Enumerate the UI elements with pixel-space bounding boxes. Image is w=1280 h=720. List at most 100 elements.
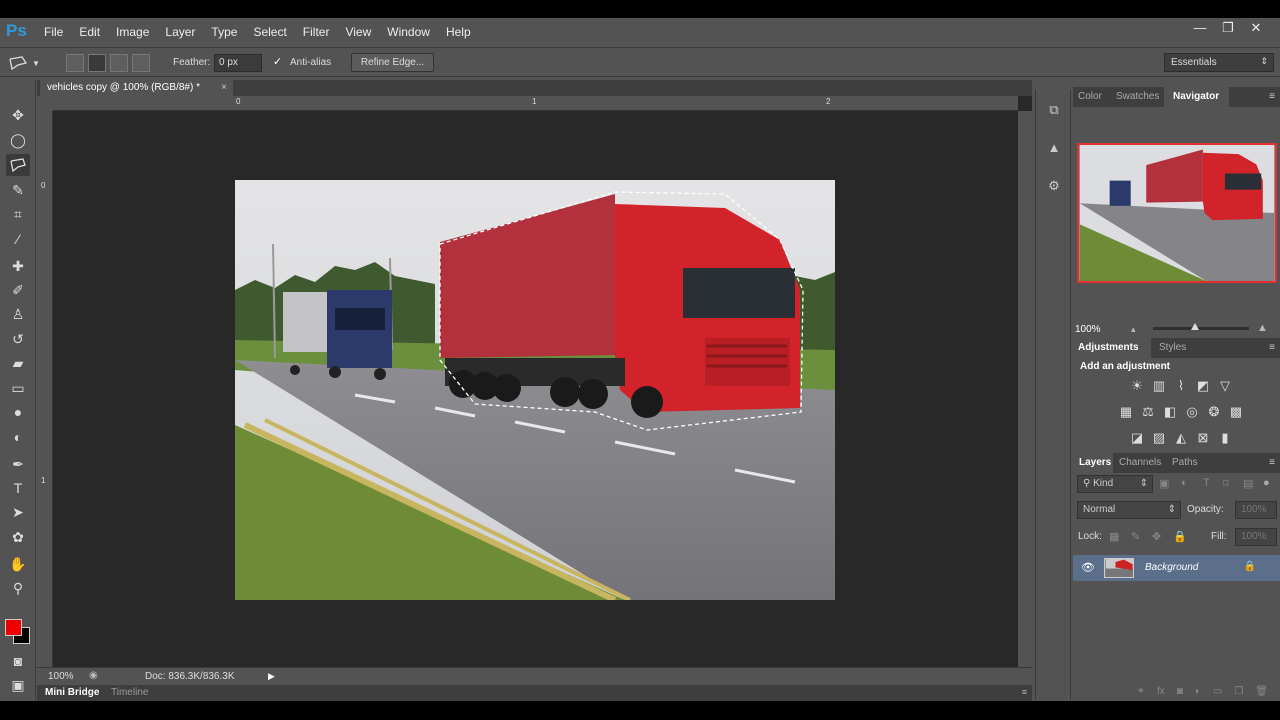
close-icon[interactable]: × bbox=[221, 82, 227, 93]
move-icon[interactable]: ✥ bbox=[6, 104, 30, 126]
panel-menu-icon[interactable]: ≡ bbox=[1269, 91, 1275, 102]
status-info-icon[interactable]: ◉ bbox=[89, 670, 98, 681]
properties-panel-icon[interactable]: ⚙ bbox=[1044, 178, 1064, 198]
minimize-button[interactable]: — bbox=[1186, 20, 1214, 36]
color-lookup-icon[interactable]: ▩ bbox=[1228, 403, 1245, 420]
intersect-selection-button[interactable] bbox=[132, 54, 150, 72]
canvas-image[interactable] bbox=[235, 180, 835, 603]
elliptical-marquee-icon[interactable]: ◯ bbox=[6, 129, 30, 151]
layer-row-background[interactable]: 👁 Background 🔒 bbox=[1073, 555, 1280, 581]
menu-file[interactable]: File bbox=[44, 25, 63, 39]
panel-menu-icon[interactable]: ≡ bbox=[1269, 342, 1275, 353]
link-layers-icon[interactable]: ⚭ bbox=[1137, 686, 1145, 701]
quick-selection-icon[interactable]: ✎ bbox=[6, 179, 30, 201]
shape-icon[interactable]: ✿ bbox=[6, 526, 30, 548]
menu-help[interactable]: Help bbox=[446, 25, 471, 39]
visibility-eye-icon[interactable]: 👁 bbox=[1081, 561, 1095, 574]
filter-adjustment-icon[interactable]: ◐ bbox=[1181, 477, 1188, 489]
gradient-icon[interactable]: ▭ bbox=[6, 377, 30, 399]
type-icon[interactable]: T bbox=[6, 477, 30, 499]
add-selection-button[interactable] bbox=[88, 54, 106, 72]
status-arrow-icon[interactable]: ▶ bbox=[268, 671, 275, 682]
filter-smart-object-icon[interactable]: ▤ bbox=[1243, 477, 1253, 490]
menu-select[interactable]: Select bbox=[253, 25, 286, 39]
menu-filter[interactable]: Filter bbox=[303, 25, 330, 39]
tab-navigator[interactable]: Navigator bbox=[1173, 91, 1219, 102]
lock-image-icon[interactable]: ✎ bbox=[1131, 530, 1140, 543]
screen-mode-icon[interactable]: ▣ bbox=[6, 674, 30, 696]
gradient-map-icon[interactable]: ▮ bbox=[1217, 429, 1234, 446]
selective-color-icon[interactable]: ⊠ bbox=[1195, 429, 1212, 446]
foreground-color-swatch[interactable] bbox=[5, 619, 22, 636]
black-white-icon[interactable]: ◧ bbox=[1162, 403, 1179, 420]
filter-pixel-icon[interactable]: ▣ bbox=[1159, 477, 1169, 490]
panel-menu-icon[interactable]: ≡ bbox=[1269, 457, 1275, 468]
new-group-icon[interactable]: ▭ bbox=[1213, 686, 1222, 701]
tab-styles[interactable]: Styles bbox=[1159, 342, 1186, 353]
path-selection-icon[interactable]: ➤ bbox=[6, 501, 30, 523]
history-panel-icon[interactable]: ⧉ bbox=[1044, 102, 1064, 122]
invert-icon[interactable]: ◪ bbox=[1129, 429, 1146, 446]
histogram-panel-icon[interactable]: ▲ bbox=[1044, 140, 1064, 160]
clone-stamp-icon[interactable]: ♙ bbox=[6, 303, 30, 325]
restore-button[interactable]: ❐ bbox=[1214, 20, 1242, 36]
tool-preset-picker[interactable]: ▼ bbox=[8, 53, 48, 73]
subtract-selection-button[interactable] bbox=[110, 54, 128, 72]
menu-window[interactable]: Window bbox=[387, 25, 430, 39]
history-brush-icon[interactable]: ↺ bbox=[6, 328, 30, 350]
tab-color[interactable]: Color bbox=[1078, 91, 1102, 102]
hue-saturation-icon[interactable]: ▦ bbox=[1118, 403, 1135, 420]
layer-style-icon[interactable]: fx bbox=[1157, 686, 1165, 701]
eraser-icon[interactable]: ▰ bbox=[6, 352, 30, 374]
navigator-preview[interactable] bbox=[1077, 143, 1277, 283]
healing-brush-icon[interactable]: ✚ bbox=[6, 255, 30, 277]
horizontal-ruler[interactable]: 0 1 2 bbox=[53, 96, 1018, 111]
new-selection-button[interactable] bbox=[66, 54, 84, 72]
refine-edge-button[interactable]: Refine Edge... bbox=[351, 53, 434, 72]
blur-icon[interactable]: ● bbox=[6, 401, 30, 423]
exposure-icon[interactable]: ◩ bbox=[1195, 377, 1212, 394]
antialias-checkbox[interactable]: ✓ bbox=[273, 56, 285, 68]
add-mask-icon[interactable]: ◙ bbox=[1177, 686, 1183, 701]
new-layer-icon[interactable]: ❐ bbox=[1234, 686, 1243, 701]
status-zoom[interactable]: 100% bbox=[48, 671, 74, 682]
zoom-out-icon[interactable]: ▴ bbox=[1131, 324, 1136, 335]
panel-menu-icon[interactable]: ≡ bbox=[1022, 687, 1027, 697]
opacity-input[interactable]: 100% bbox=[1235, 501, 1277, 519]
quick-mask-icon[interactable]: ◙ bbox=[6, 650, 30, 672]
posterize-icon[interactable]: ▨ bbox=[1151, 429, 1168, 446]
zoom-icon[interactable]: ⚲ bbox=[6, 577, 30, 599]
zoom-in-icon[interactable]: ▲ bbox=[1257, 322, 1268, 334]
lock-position-icon[interactable]: ✥ bbox=[1152, 530, 1161, 543]
menu-type[interactable]: Type bbox=[211, 25, 237, 39]
dodge-icon[interactable]: ◐ bbox=[6, 426, 30, 448]
workspace-select[interactable]: Essentials ⇕ bbox=[1164, 53, 1274, 72]
filter-type-icon[interactable]: T bbox=[1203, 477, 1210, 489]
color-balance-icon[interactable]: ⚖ bbox=[1140, 403, 1157, 420]
filter-toggle-icon[interactable]: ● bbox=[1263, 477, 1270, 489]
channel-mixer-icon[interactable]: ❂ bbox=[1206, 403, 1223, 420]
feather-input[interactable]: 0 px bbox=[214, 54, 262, 72]
navigator-zoom-value[interactable]: 100% bbox=[1075, 324, 1101, 335]
lock-all-icon[interactable]: 🔒 bbox=[1173, 530, 1187, 543]
curves-icon[interactable]: ⌇ bbox=[1173, 377, 1190, 394]
tab-adjustments[interactable]: Adjustments bbox=[1078, 342, 1139, 353]
photo-filter-icon[interactable]: ◎ bbox=[1184, 403, 1201, 420]
menu-view[interactable]: View bbox=[345, 25, 371, 39]
navigator-zoom-slider[interactable] bbox=[1153, 327, 1249, 330]
tab-timeline[interactable]: Timeline bbox=[111, 687, 148, 698]
menu-layer[interactable]: Layer bbox=[165, 25, 195, 39]
tab-paths[interactable]: Paths bbox=[1172, 457, 1198, 468]
lock-transparent-icon[interactable]: ▦ bbox=[1109, 530, 1119, 543]
layer-kind-select[interactable]: ⚲ Kind ⇕ bbox=[1077, 475, 1153, 493]
new-adjustment-layer-icon[interactable]: ◐ bbox=[1195, 686, 1201, 701]
pen-icon[interactable]: ✒ bbox=[6, 453, 30, 475]
delete-layer-icon[interactable]: 🗑 bbox=[1255, 686, 1268, 701]
vertical-ruler[interactable]: 0 1 bbox=[37, 111, 53, 667]
vibrance-icon[interactable]: ▽ bbox=[1217, 377, 1234, 394]
eyedropper-icon[interactable]: ⁄ bbox=[6, 228, 30, 250]
brightness-icon[interactable]: ☀ bbox=[1129, 377, 1146, 394]
menu-edit[interactable]: Edit bbox=[79, 25, 100, 39]
brush-icon[interactable]: ✐ bbox=[6, 279, 30, 301]
tab-layers[interactable]: Layers bbox=[1079, 457, 1111, 468]
